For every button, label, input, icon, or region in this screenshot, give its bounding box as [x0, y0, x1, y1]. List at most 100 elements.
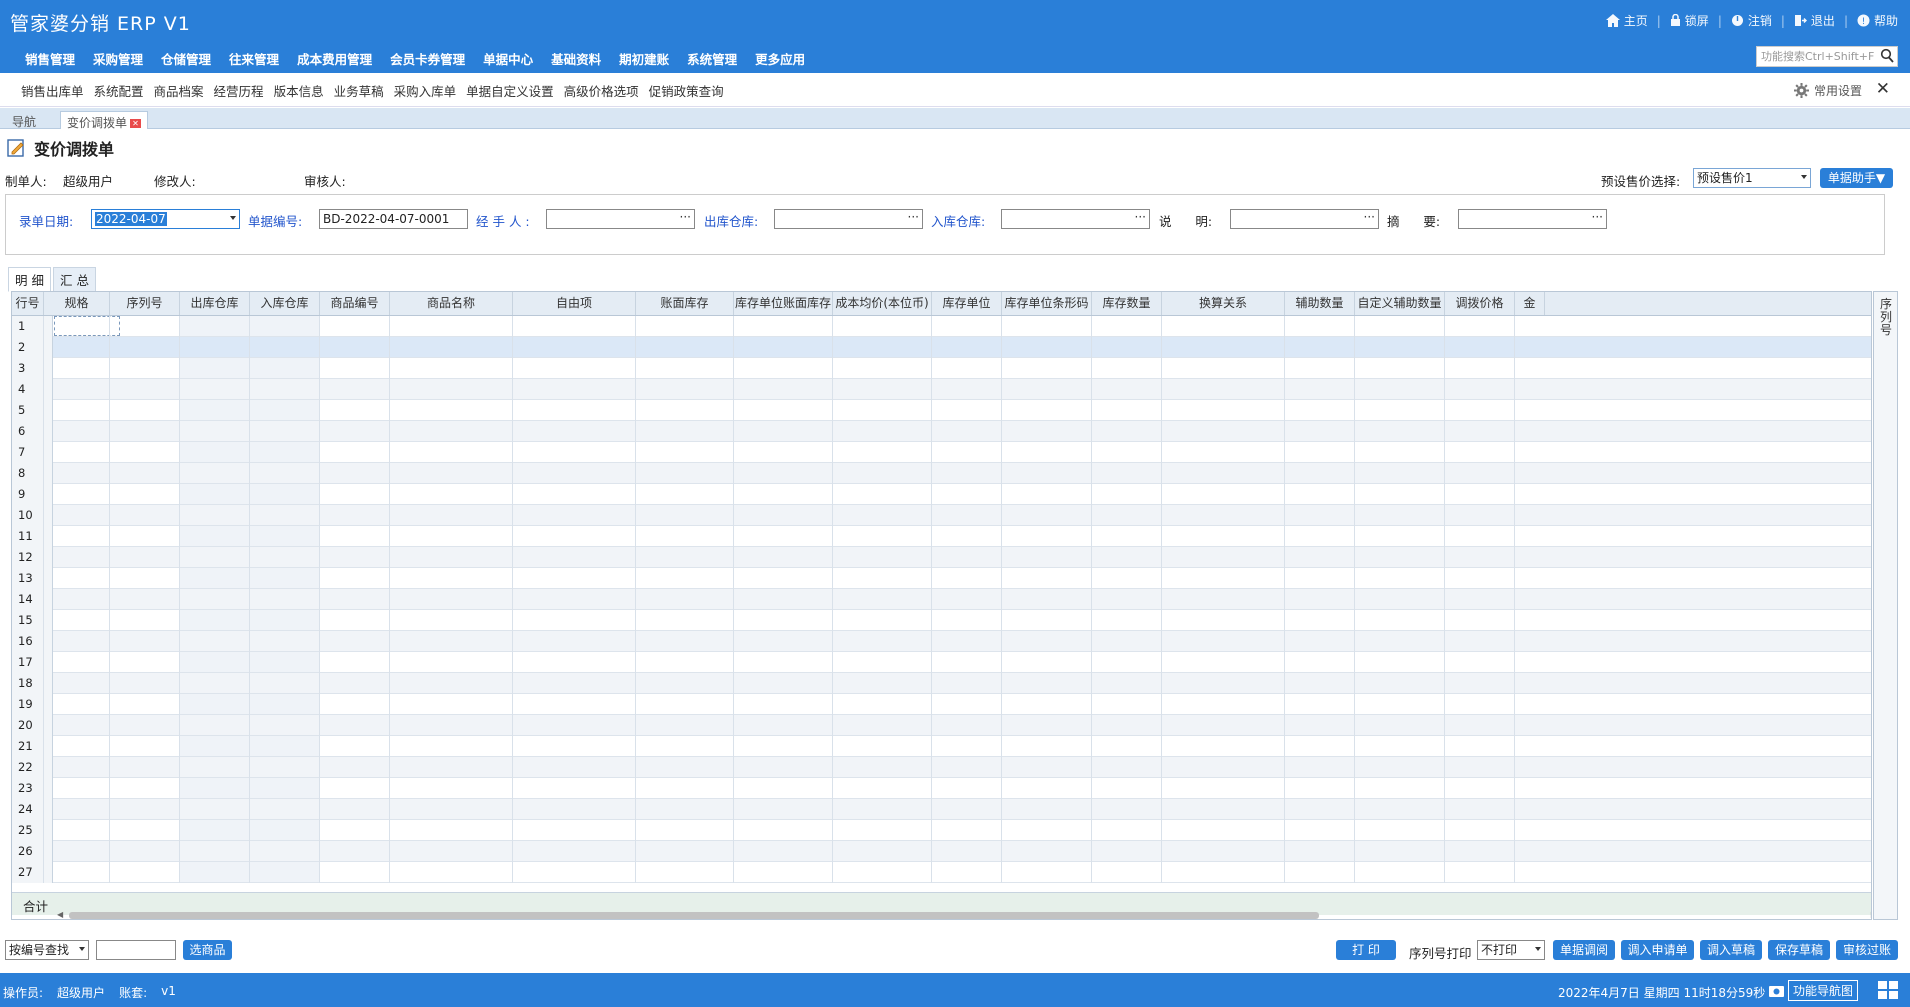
ellipsis-icon[interactable]: ··· [1364, 208, 1375, 226]
print-button[interactable]: 打 印 [1336, 940, 1396, 960]
active-cell[interactable] [54, 316, 120, 336]
quick-link-sys-config[interactable]: 系统配置 [89, 81, 149, 100]
preset-price-select[interactable]: 预设售价1 [1693, 168, 1811, 188]
column-header[interactable]: 调拨价格 [1445, 292, 1515, 315]
tab-detail[interactable]: 明 细 [8, 267, 51, 292]
column-header[interactable]: 序列号 [110, 292, 180, 315]
table-row[interactable]: 13 [12, 568, 1871, 589]
date-field[interactable]: 2022-04-07 [91, 209, 240, 229]
logout-link[interactable]: 注销 [1731, 12, 1772, 29]
quick-link-history[interactable]: 经营历程 [209, 81, 269, 100]
nav-basic-data[interactable]: 基础资料 [542, 49, 610, 68]
table-row[interactable]: 7 [12, 442, 1871, 463]
nav-system[interactable]: 系统管理 [678, 49, 746, 68]
table-row[interactable]: 20 [12, 715, 1871, 736]
horizontal-scrollbar[interactable]: ◀ ▶ [57, 910, 1872, 919]
column-header[interactable]: 金 [1515, 292, 1545, 315]
billno-field[interactable]: BD-2022-04-07-0001 [319, 209, 468, 229]
quick-link-sales-out[interactable]: 销售出库单 [16, 81, 89, 100]
scroll-right-icon[interactable]: ▶ [1871, 910, 1872, 919]
column-header[interactable]: 成本均价(本位币) [833, 292, 932, 315]
column-header[interactable]: 账面库存 [636, 292, 734, 315]
table-row[interactable]: 18 [12, 673, 1871, 694]
table-row[interactable]: 5 [12, 400, 1871, 421]
column-header[interactable]: 库存单位账面库存 [734, 292, 833, 315]
nav-more[interactable]: 更多应用 [746, 49, 814, 68]
scroll-left-icon[interactable]: ◀ [57, 910, 63, 919]
exit-link[interactable]: 退出 [1794, 12, 1835, 29]
table-row[interactable]: 23 [12, 778, 1871, 799]
tab-summary[interactable]: 汇 总 [52, 267, 96, 292]
ellipsis-icon[interactable]: ··· [1135, 208, 1146, 226]
table-row[interactable]: 24 [12, 799, 1871, 820]
column-header[interactable]: 库存单位条形码 [1002, 292, 1092, 315]
out-warehouse-field[interactable]: ··· [774, 209, 923, 229]
table-row[interactable]: 12 [12, 547, 1871, 568]
audit-post-button[interactable]: 审核过账 [1836, 940, 1898, 960]
table-row[interactable]: 10 [12, 505, 1871, 526]
table-row[interactable]: 6 [12, 421, 1871, 442]
lock-link[interactable]: 锁屏 [1670, 12, 1709, 29]
import-request-button[interactable]: 调入申请单 [1621, 940, 1694, 960]
nav-cost[interactable]: 成本费用管理 [288, 49, 381, 68]
table-row[interactable]: 26 [12, 841, 1871, 862]
search-mode-select[interactable]: 按编号查找 [5, 940, 89, 960]
bill-helper-button[interactable]: 单据助手▼ [1820, 168, 1893, 188]
tab-close-icon[interactable]: ✕ [130, 119, 142, 128]
home-link[interactable]: 主页 [1605, 12, 1648, 29]
function-nav-map-button[interactable]: 功能导航图 [1769, 980, 1859, 1001]
column-header[interactable]: 行号 [12, 292, 44, 315]
table-row[interactable]: 4 [12, 379, 1871, 400]
help-link[interactable]: ! 帮助 [1857, 12, 1898, 29]
quick-link-purchase-in[interactable]: 采购入库单 [389, 81, 462, 100]
ellipsis-icon[interactable]: ··· [908, 208, 919, 226]
nav-member[interactable]: 会员卡券管理 [381, 49, 474, 68]
table-row[interactable]: 3 [12, 358, 1871, 379]
import-draft-button[interactable]: 调入草稿 [1700, 940, 1762, 960]
save-draft-button[interactable]: 保存草稿 [1768, 940, 1830, 960]
table-row[interactable]: 27 [12, 862, 1871, 883]
table-row[interactable]: 25 [12, 820, 1871, 841]
in-warehouse-field[interactable]: ··· [1001, 209, 1150, 229]
table-row[interactable]: 14 [12, 589, 1871, 610]
quick-link-promo[interactable]: 促销政策查询 [644, 81, 729, 100]
column-header[interactable]: 入库仓库 [250, 292, 320, 315]
table-row[interactable]: 19 [12, 694, 1871, 715]
column-header[interactable]: 出库仓库 [180, 292, 250, 315]
ellipsis-icon[interactable]: ··· [680, 208, 691, 226]
column-header[interactable]: 规格 [44, 292, 110, 315]
quick-link-bill-custom[interactable]: 单据自定义设置 [461, 81, 559, 100]
serial-print-select[interactable]: 不打印 [1477, 940, 1545, 960]
table-row[interactable]: 1 [12, 316, 1871, 337]
table-row[interactable]: 15 [12, 610, 1871, 631]
quick-link-version[interactable]: 版本信息 [269, 81, 329, 100]
handler-field[interactable]: ··· [546, 209, 695, 229]
serial-side-panel[interactable]: 序列号 [1873, 291, 1898, 920]
scrollbar-thumb[interactable] [69, 912, 1319, 919]
bill-lookup-button[interactable]: 单据调阅 [1553, 940, 1615, 960]
ellipsis-icon[interactable]: ··· [1592, 208, 1603, 226]
column-header[interactable]: 库存单位 [932, 292, 1002, 315]
search-code-input[interactable] [96, 940, 176, 960]
quick-link-drafts[interactable]: 业务草稿 [329, 81, 389, 100]
common-settings-button[interactable]: 常用设置 [1793, 82, 1862, 99]
table-row[interactable]: 17 [12, 652, 1871, 673]
column-header[interactable]: 自定义辅助数量 [1355, 292, 1445, 315]
note-field[interactable]: ··· [1230, 209, 1379, 229]
column-header[interactable]: 库存数量 [1092, 292, 1162, 315]
column-header[interactable]: 商品编号 [320, 292, 390, 315]
select-goods-button[interactable]: 选商品 [183, 940, 232, 960]
column-header[interactable]: 辅助数量 [1285, 292, 1355, 315]
table-row[interactable]: 11 [12, 526, 1871, 547]
column-header[interactable]: 换算关系 [1162, 292, 1285, 315]
table-row[interactable]: 8 [12, 463, 1871, 484]
tab-navigation[interactable]: 导航 [6, 111, 42, 129]
summary-field[interactable]: ··· [1458, 209, 1607, 229]
tiles-icon[interactable] [1878, 981, 1898, 999]
nav-opening[interactable]: 期初建账 [610, 49, 678, 68]
table-row[interactable]: 21 [12, 736, 1871, 757]
table-row[interactable]: 16 [12, 631, 1871, 652]
search-icon[interactable] [1880, 48, 1894, 64]
quick-link-price-options[interactable]: 高级价格选项 [559, 81, 644, 100]
nav-sales[interactable]: 销售管理 [16, 49, 84, 68]
